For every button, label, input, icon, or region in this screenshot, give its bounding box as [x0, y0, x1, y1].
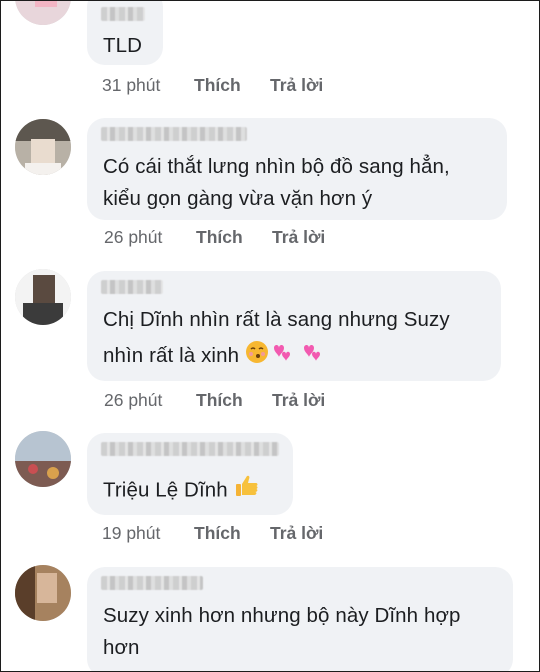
avatar[interactable] — [15, 565, 71, 621]
avatar[interactable] — [15, 269, 71, 325]
avatar[interactable] — [15, 119, 71, 175]
reply-button[interactable]: Trả lời — [270, 523, 323, 544]
commenter-name-blurred[interactable] — [101, 280, 163, 294]
avatar[interactable] — [15, 431, 71, 487]
reply-button[interactable]: Trả lời — [270, 75, 323, 96]
comment-bubble: Chị Dĩnh nhìn rất là sang nhưng Suzy nhì… — [87, 271, 501, 381]
like-button[interactable]: Thích — [194, 523, 270, 544]
commenter-name-blurred[interactable] — [101, 7, 145, 21]
comment-bubble: Suzy xinh hơn nhưng bộ này Dĩnh hợp hơn — [87, 567, 513, 671]
commenter-name-blurred[interactable] — [101, 127, 247, 141]
comment-text-line: Có cái thắt lưng nhìn bộ đồ sang hẳn, — [103, 155, 450, 178]
comment-actions: 31 phút Thích Trả lời — [102, 75, 323, 96]
two-hearts-emoji — [269, 340, 299, 374]
comment-text-line: Suzy xinh hơn nhưng bộ này Dĩnh hợp — [103, 604, 461, 627]
comment-text-line: kiểu gọn gàng vừa vặn hơn ý — [103, 187, 373, 210]
reply-button[interactable]: Trả lời — [272, 390, 325, 411]
comment-thread: TLD 31 phút Thích Trả lời Có cái thắt lư… — [0, 0, 540, 672]
comment-text-segment: Triệu Lệ Dĩnh — [103, 478, 228, 502]
like-button[interactable]: Thích — [196, 390, 272, 411]
comment-time[interactable]: 31 phút — [102, 75, 194, 96]
two-hearts-emoji — [299, 340, 329, 374]
comment-bubble: Có cái thắt lưng nhìn bộ đồ sang hẳn, ki… — [87, 118, 507, 220]
reply-button[interactable]: Trả lời — [272, 227, 325, 248]
comment-time[interactable]: 26 phút — [104, 227, 196, 248]
avatar[interactable] — [15, 1, 71, 25]
comment-actions: 19 phút Thích Trả lời — [102, 523, 323, 544]
comment-text-segment: nhìn rất là xinh — [103, 344, 240, 367]
comment-bubble: TLD — [87, 1, 163, 65]
comment-text-line: Chị Dĩnh nhìn rất là sang nhưng Suzy — [103, 308, 450, 331]
like-button[interactable]: Thích — [194, 75, 270, 96]
thumbs-up-emoji — [234, 473, 260, 509]
comment-time[interactable]: 26 phút — [104, 390, 196, 411]
kissing-face-emoji — [245, 340, 269, 374]
comment-text-line: nhìn rất là xinh — [103, 339, 329, 374]
comment-time[interactable]: 19 phút — [102, 523, 194, 544]
comment-actions: 26 phút Thích Trả lời — [104, 227, 325, 248]
comment-actions: 26 phút Thích Trả lời — [104, 390, 325, 411]
commenter-name-blurred[interactable] — [101, 576, 203, 590]
comment-text-line: Triệu Lệ Dĩnh — [103, 473, 260, 509]
comment-text: TLD — [103, 34, 143, 57]
commenter-name-blurred[interactable] — [101, 442, 279, 456]
comment-bubble: Triệu Lệ Dĩnh — [87, 433, 293, 515]
comment-text-line: hơn — [103, 636, 140, 659]
like-button[interactable]: Thích — [196, 227, 272, 248]
